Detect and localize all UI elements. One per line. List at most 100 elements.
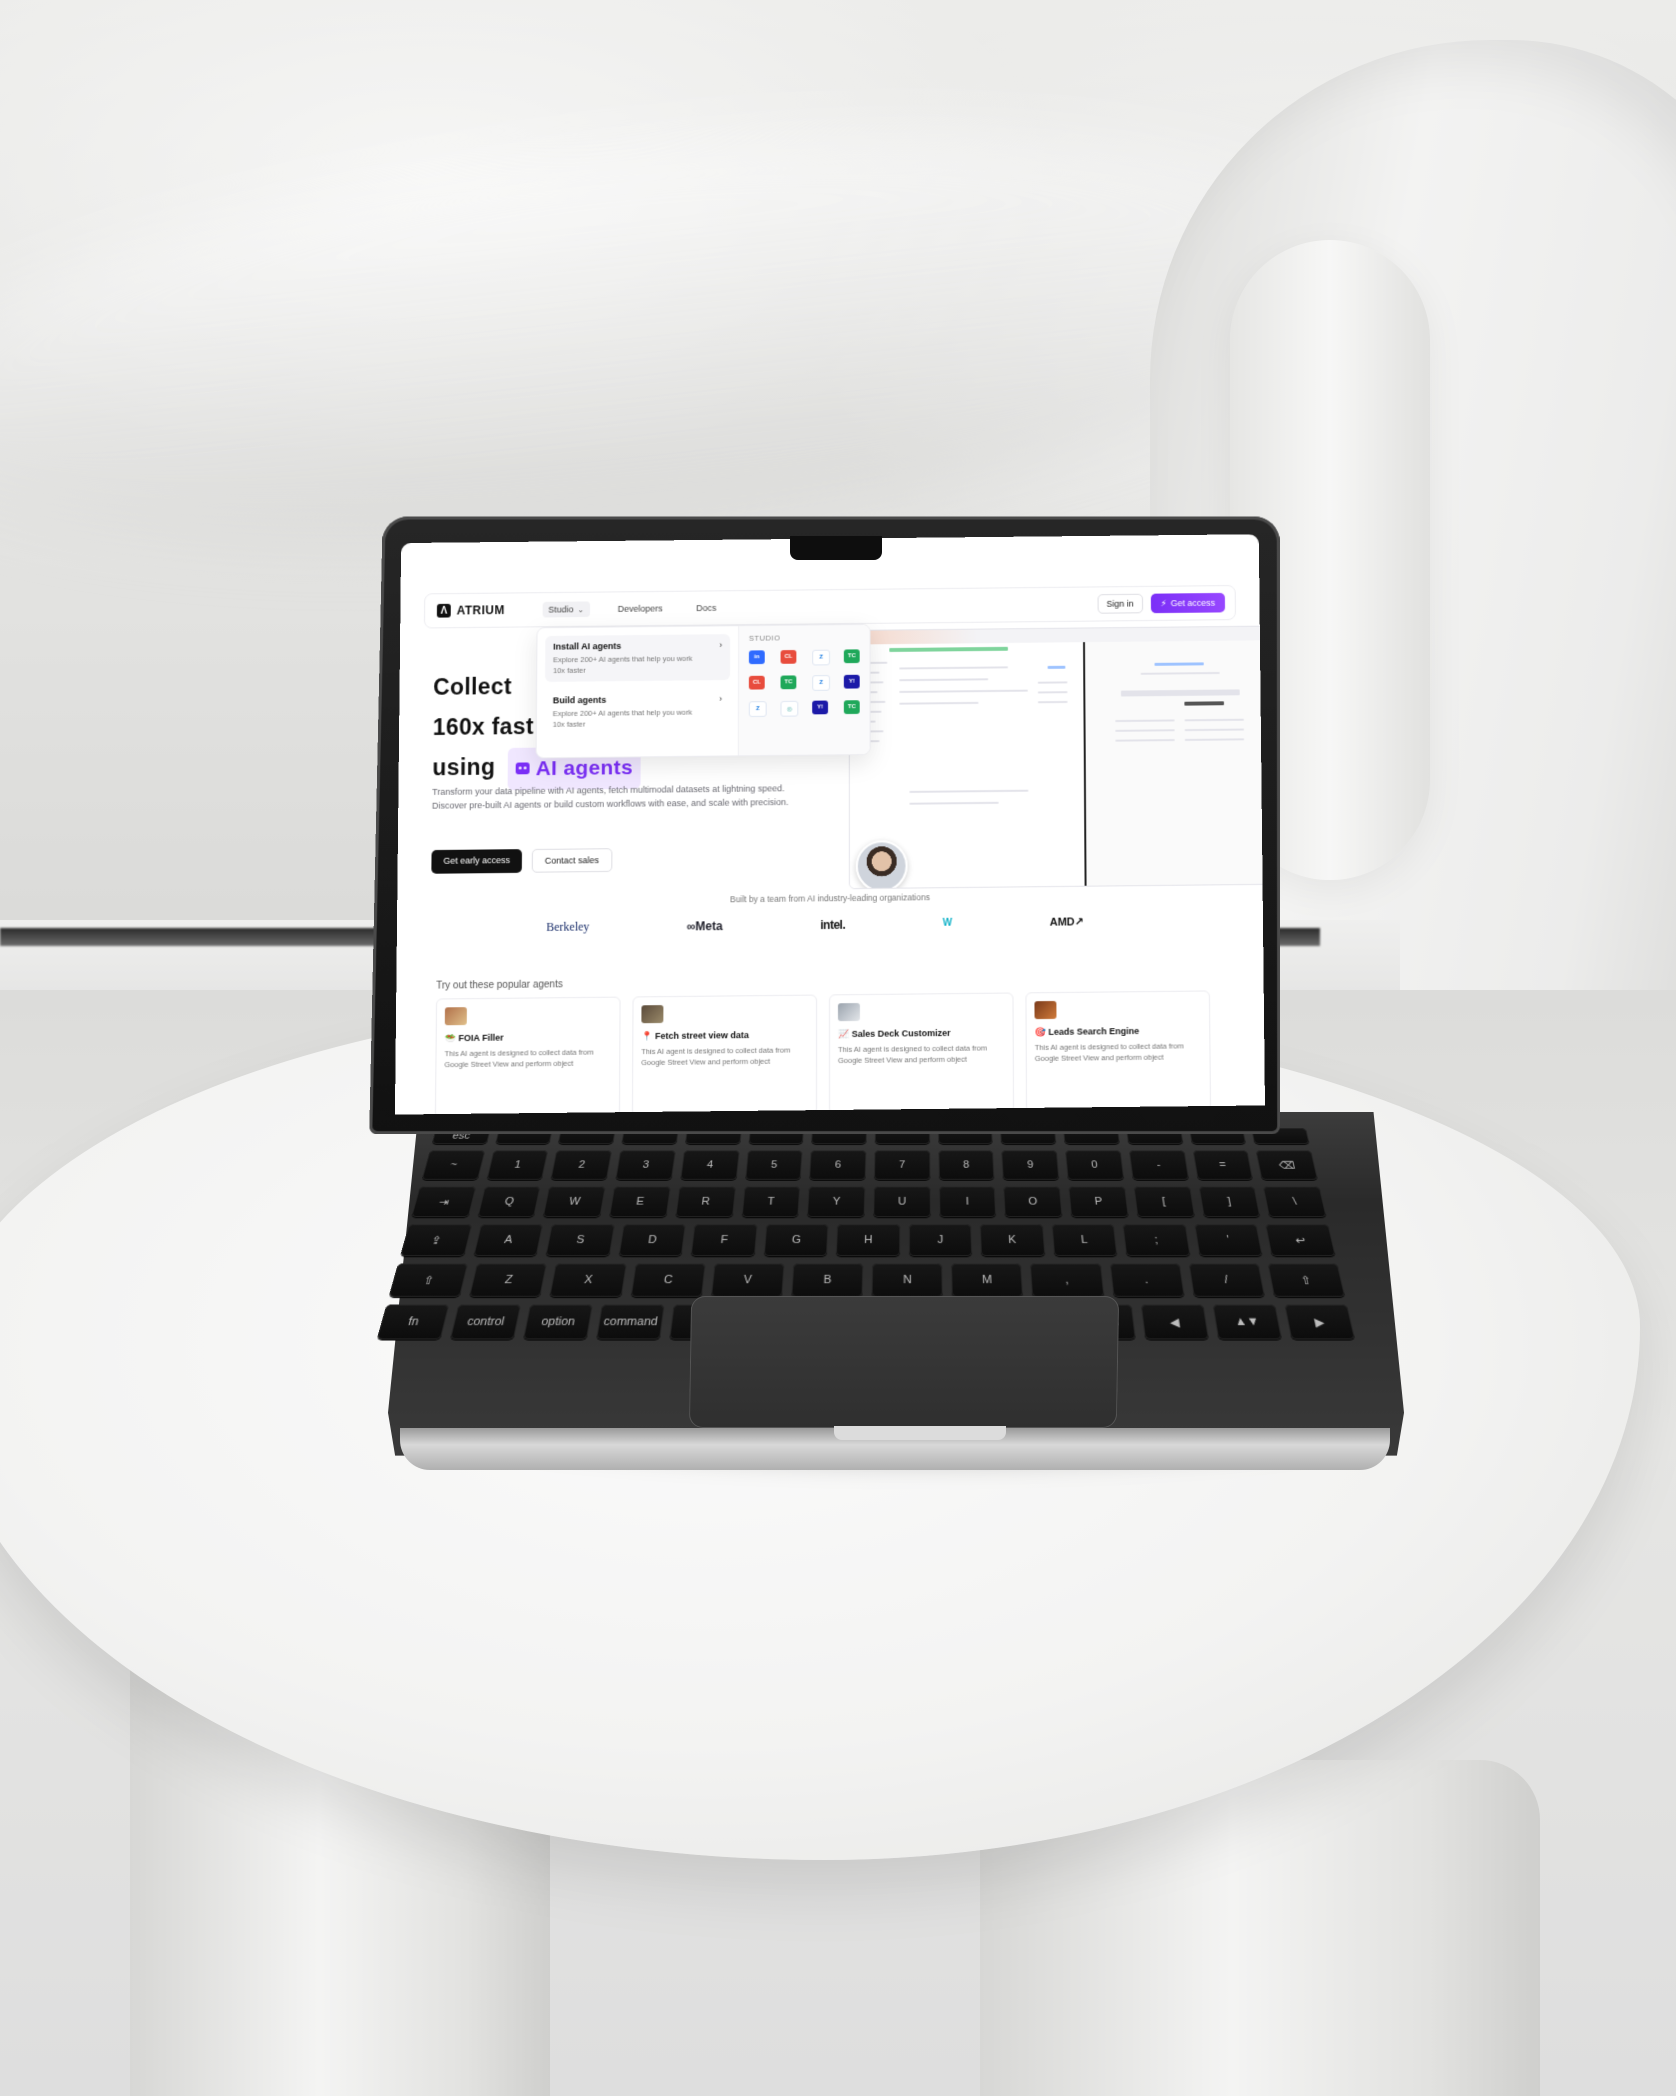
nav-developers[interactable]: Developers — [612, 601, 669, 617]
keyboard-key: - — [1129, 1150, 1189, 1180]
install-ai-agents-desc: Explore 200+ AI agents that help you wor… — [553, 653, 701, 676]
keyboard-key: 0 — [1065, 1150, 1124, 1180]
keyboard-row: ~1 2 3 4 5 6 7 8 9 0- = ⌫ — [421, 1150, 1318, 1180]
keyboard-key: ⇪ — [400, 1224, 472, 1256]
camera-notch — [790, 536, 882, 560]
keyboard-key: / — [1188, 1263, 1265, 1297]
keyboard-key: G — [763, 1224, 829, 1256]
contact-sales-button[interactable]: Contact sales — [532, 848, 612, 873]
linkedin-icon[interactable]: in — [749, 650, 765, 664]
agent-emoji-icon: 🥗 — [445, 1033, 456, 1043]
keyboard-key: 9 — [1002, 1150, 1060, 1180]
craigslist-icon[interactable]: CL — [781, 650, 797, 664]
agent-card-foia-filler[interactable]: 🥗 FOIA Filler This AI agent is designed … — [435, 997, 621, 1115]
build-agents-desc: Explore 200+ AI agents that help you wor… — [553, 707, 702, 730]
berkeley-logo: Berkeley — [546, 920, 589, 935]
target-icon: 🎯 — [1035, 1027, 1046, 1037]
studio-icon-grid: in CL Z TC CL TC Z Y! Z ◎ Y! TC — [749, 649, 860, 717]
yahoo-icon[interactable]: Y! — [844, 675, 860, 689]
brand-logo[interactable]: Λ ATRIUM — [437, 603, 505, 617]
amd-logo: AMD↗ — [1050, 915, 1084, 928]
dropdown-studio-panel: STUDIO in CL Z TC CL TC Z Y! Z ◎ Y! TC — [738, 625, 870, 756]
keyboard-key: A — [473, 1224, 544, 1256]
build-agents-item[interactable]: Build agents Explore 200+ AI agents that… — [545, 688, 730, 736]
keyboard-key: 3 — [615, 1150, 675, 1180]
keyboard-key: 7 — [874, 1150, 930, 1180]
laptop-screen: Λ ATRIUM Studio ⌄ Developers Docs Sign i… — [395, 534, 1265, 1114]
preview-line — [1185, 719, 1244, 722]
preview-right-pane — [1085, 640, 1265, 886]
zillow-icon[interactable]: Z — [749, 701, 767, 717]
preview-line — [1038, 681, 1068, 683]
keyboard-key: D — [618, 1224, 686, 1256]
laptop-lid-notch-lip — [834, 1426, 1006, 1440]
nav-docs[interactable]: Docs — [690, 600, 722, 616]
keyboard-key: [ — [1133, 1186, 1195, 1217]
built-by-label: Built by a team from AI industry-leading… — [397, 889, 1263, 908]
keyboard-key: option — [523, 1304, 593, 1339]
install-ai-agents-item[interactable]: Install AI agents Explore 200+ AI agents… — [545, 634, 730, 682]
zillow-icon[interactable]: Z — [812, 650, 830, 666]
pin-icon: 📍 — [641, 1031, 652, 1041]
keyboard-key: ↩ — [1265, 1224, 1335, 1256]
preview-line — [1185, 738, 1244, 741]
keyboard-key: ⌫ — [1256, 1150, 1318, 1180]
agent-thumbnail — [641, 1005, 663, 1023]
keyboard-key: J — [909, 1224, 973, 1256]
keyboard-key: ~ — [421, 1150, 485, 1180]
agent-card-desc: This AI agent is designed to collect dat… — [838, 1042, 1005, 1066]
craigslist-icon[interactable]: CL — [749, 676, 765, 690]
meta-logo: ∞Meta — [687, 919, 723, 933]
keyboard-key: O — [1004, 1186, 1063, 1217]
get-access-label: Get access — [1171, 598, 1216, 608]
laptop-keyboard: esc ~1 2 3 4 5 6 7 8 9 0- = ⌫ ⇥ Q W E R T Y U I O P[] \ ⇪ A S D F G H J K… — [387, 1128, 1346, 1301]
keyboard-key: ⇧ — [389, 1263, 469, 1297]
agent-card-street-view[interactable]: 📍 Fetch street view data This AI agent i… — [632, 995, 817, 1115]
get-early-access-button[interactable]: Get early access — [431, 849, 522, 874]
keyboard-key: ⇥ — [411, 1186, 476, 1217]
hero-line-3-prefix: using — [432, 754, 495, 780]
chevron-down-icon: ⌄ — [577, 605, 584, 614]
agent-name: Leads Search Engine — [1048, 1026, 1139, 1037]
keyboard-key: ] — [1198, 1186, 1261, 1217]
keyboard-key: I — [939, 1186, 997, 1217]
keyboard-key: ▶ — [1284, 1304, 1355, 1339]
agent-card-leads-search[interactable]: 🎯 Leads Search Engine This AI agent is d… — [1025, 990, 1211, 1111]
preview-line — [899, 702, 978, 705]
sign-in-button[interactable]: Sign in — [1098, 594, 1143, 614]
nav-studio[interactable]: Studio ⌄ — [542, 601, 590, 617]
chevron-right-icon: › — [719, 640, 722, 650]
tc-icon[interactable]: TC — [844, 700, 860, 714]
agent-thumbnail — [445, 1007, 467, 1025]
keyboard-key: 2 — [551, 1150, 613, 1180]
copilot-icon[interactable]: ◎ — [780, 701, 798, 717]
keyboard-key: ; — [1123, 1224, 1191, 1256]
preview-line — [1115, 729, 1174, 732]
preview-line — [1115, 719, 1174, 722]
agent-card-sales-deck[interactable]: 📈 Sales Deck Customizer This AI agent is… — [829, 992, 1014, 1114]
preview-line — [899, 678, 988, 681]
keyboard-key: E — [609, 1186, 671, 1217]
nav-actions: Sign in ⚡ Get access — [1098, 593, 1225, 614]
photo-scene: esc ~1 2 3 4 5 6 7 8 9 0- = ⌫ ⇥ Q W E R T Y U I O P[] \ ⇪ A S D F G H J K… — [0, 0, 1676, 2096]
keyboard-key: H — [836, 1224, 900, 1256]
keyboard-key: F — [691, 1224, 758, 1256]
keyboard-key: \ — [1263, 1186, 1327, 1217]
build-agents-title: Build agents — [553, 694, 722, 706]
keyboard-key: Q — [477, 1186, 541, 1217]
get-access-button[interactable]: ⚡ Get access — [1150, 593, 1225, 613]
logo-mark-icon: Λ — [437, 604, 451, 618]
agent-card-desc: This AI agent is designed to collect dat… — [641, 1044, 808, 1068]
keyboard-key: C — [630, 1263, 705, 1297]
zillow-icon[interactable]: Z — [812, 675, 830, 691]
keyboard-key: , — [1030, 1263, 1104, 1297]
tc-icon[interactable]: TC — [844, 649, 860, 663]
website-screen: Λ ATRIUM Studio ⌄ Developers Docs Sign i… — [395, 534, 1265, 1114]
keyboard-key: K — [980, 1224, 1045, 1256]
preview-accent — [1154, 662, 1203, 665]
agent-card-desc: This AI agent is designed to collect dat… — [444, 1046, 611, 1070]
yahoo-icon[interactable]: Y! — [812, 701, 828, 715]
preview-input — [1121, 689, 1240, 696]
preview-line — [909, 790, 1028, 793]
tc-icon[interactable]: TC — [781, 675, 797, 689]
